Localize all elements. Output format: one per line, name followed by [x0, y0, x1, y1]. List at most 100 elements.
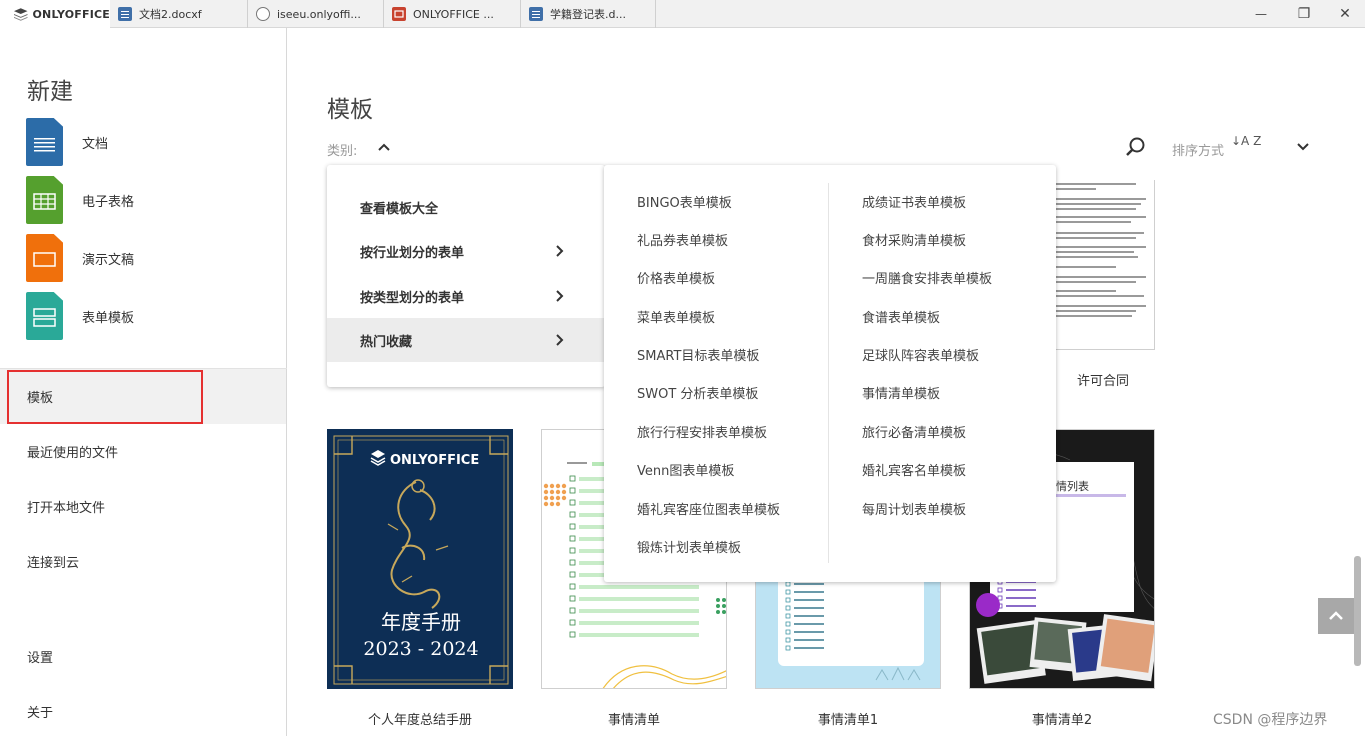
menu-item-label: 热门收藏 — [360, 334, 413, 350]
search-icon[interactable] — [1125, 136, 1147, 158]
tab-presentation[interactable]: ONLYOFFICE ... — [384, 0, 521, 28]
menu-item-label: 查看模板大全 — [360, 201, 439, 217]
submenu-item[interactable]: SMART目标表单模板 — [637, 345, 759, 364]
restore-icon: ❐ — [1297, 6, 1311, 22]
tab-label: iseeu.onlyoffi... — [277, 7, 361, 21]
create-spreadsheet-button[interactable]: 电子表格 — [26, 176, 134, 224]
tab-label: ONLYOFFICE ... — [413, 7, 494, 21]
chevron-up-icon — [1329, 611, 1343, 620]
submenu-item[interactable]: 食材采购清单模板 — [862, 230, 966, 249]
submenu-item[interactable]: BINGO表单模板 — [637, 192, 732, 211]
sidebar-item-label: 连接到云 — [27, 556, 80, 571]
create-title: 新建 — [27, 79, 73, 105]
tab-web[interactable]: iseeu.onlyoffi... — [248, 0, 384, 28]
menu-item-by-type[interactable]: 按类型划分的表单 — [327, 274, 605, 318]
menu-item-popular[interactable]: 热门收藏 — [327, 318, 605, 362]
sort-az-icon[interactable]: ↓A Z — [1231, 134, 1262, 148]
document-icon — [529, 7, 543, 21]
create-document-button[interactable]: 文档 — [26, 118, 108, 166]
sidebar-item-settings[interactable]: 设置 — [0, 629, 286, 684]
chevron-right-icon — [556, 334, 564, 346]
template-card-title: 事情清单2 — [1031, 713, 1093, 728]
card-years: 2023 - 2024 — [363, 638, 479, 660]
tab-document-2[interactable]: 学籍登记表.d... — [521, 0, 656, 28]
category-dropdown: 查看模板大全 按行业划分的表单 按类型划分的表单 热门收藏 — [327, 165, 605, 387]
chevron-right-icon — [556, 245, 564, 257]
create-spreadsheet-label: 电子表格 — [82, 194, 135, 210]
chevron-down-icon[interactable] — [1296, 140, 1310, 154]
template-card-title: 个人年度总结手册 — [367, 713, 472, 728]
close-button[interactable]: ✕ — [1325, 0, 1365, 28]
create-document-label: 文档 — [82, 136, 109, 152]
submenu-item[interactable]: 食谱表单模板 — [862, 307, 940, 326]
title-bar: ONLYOFFICE 文档2.docxf iseeu.onlyoffi... O… — [0, 0, 1365, 28]
submenu-item[interactable]: 价格表单模板 — [637, 268, 715, 287]
sidebar-item-label: 打开本地文件 — [27, 501, 106, 516]
form-template-icon — [26, 292, 63, 340]
restore-button[interactable]: ❐ — [1284, 0, 1324, 28]
sidebar-item-label: 最近使用的文件 — [27, 446, 119, 461]
submenu-divider — [828, 183, 829, 563]
create-presentation-label: 演示文稿 — [82, 252, 135, 268]
submenu-item[interactable]: 旅行必备清单模板 — [862, 422, 966, 441]
brand-name: ONLYOFFICE — [32, 7, 110, 21]
menu-item-view-all-templates[interactable]: 查看模板大全 — [327, 185, 605, 229]
spreadsheet-icon — [26, 176, 63, 224]
presentation-icon — [26, 234, 63, 282]
submenu-item[interactable]: 锻炼计划表单模板 — [637, 537, 741, 556]
chevron-up-icon[interactable] — [377, 140, 391, 154]
sidebar-item-recent[interactable]: 最近使用的文件 — [0, 424, 286, 479]
onlyoffice-logo-icon — [14, 7, 28, 21]
card-brand: ONLYOFFICE — [390, 453, 480, 468]
submenu-item[interactable]: SWOT 分析表单模板 — [637, 383, 758, 402]
template-card-title: 事情清单 — [607, 713, 660, 728]
sidebar-item-open-local[interactable]: 打开本地文件 — [0, 479, 286, 534]
submenu-item[interactable]: 一周膳食安排表单模板 — [862, 268, 992, 287]
category-label: 类别: — [327, 144, 358, 159]
template-card-title: 事情清单1 — [817, 713, 879, 728]
popular-submenu: BINGO表单模板 礼品券表单模板 价格表单模板 菜单表单模板 SMART目标表… — [604, 165, 1056, 582]
submenu-item[interactable]: 足球队阵容表单模板 — [862, 345, 979, 364]
menu-item-label: 按类型划分的表单 — [360, 290, 465, 306]
menu-item-by-industry[interactable]: 按行业划分的表单 — [327, 229, 605, 273]
page-title: 模板 — [327, 97, 373, 123]
card-heading: 情列表 — [1056, 480, 1089, 493]
chevron-right-icon — [556, 290, 564, 302]
menu-item-label: 按行业划分的表单 — [360, 245, 465, 261]
submenu-item[interactable]: 事情清单模板 — [862, 383, 940, 402]
app-brand[interactable]: ONLYOFFICE — [0, 0, 110, 28]
create-presentation-button[interactable]: 演示文稿 — [26, 234, 134, 282]
main-panel: 模板 类别: 排序方式 ↓A Z 许可合同 ONLYOFFICE 年度手册 20… — [287, 28, 1365, 736]
card-heading: 年度手册 — [381, 610, 461, 634]
watermark: CSDN @程序边界 — [1213, 712, 1328, 728]
sidebar-item-connect-cloud[interactable]: 连接到云 — [0, 534, 286, 589]
sort-az-glyph: ↓A Z — [1231, 134, 1262, 148]
template-card-annual-handbook[interactable]: ONLYOFFICE 年度手册 2023 - 2024 — [327, 429, 513, 689]
presentation-icon — [392, 7, 406, 21]
submenu-item[interactable]: 婚礼宾客座位图表单模板 — [637, 499, 780, 518]
submenu-item[interactable]: 菜单表单模板 — [637, 307, 715, 326]
submenu-item[interactable]: 旅行行程安排表单模板 — [637, 422, 767, 441]
back-to-top-button[interactable] — [1318, 598, 1354, 634]
tab-document-1[interactable]: 文档2.docxf — [110, 0, 248, 28]
highlight-annotation — [7, 370, 203, 424]
document-icon — [118, 7, 132, 21]
minimize-button[interactable]: — — [1241, 0, 1281, 28]
submenu-item[interactable]: 婚礼宾客名单模板 — [862, 460, 966, 479]
document-icon — [26, 118, 63, 166]
minimize-icon: — — [1255, 7, 1267, 21]
sidebar-item-label: 关于 — [27, 706, 54, 721]
globe-icon — [256, 7, 270, 21]
create-form-template-button[interactable]: 表单模板 — [26, 292, 134, 340]
sidebar: 新建 文档 电子表格 演示文稿 表单模板 模板 最近使用的文件 打开本地文件 连… — [0, 28, 287, 736]
submenu-item[interactable]: 成绩证书表单模板 — [862, 192, 966, 211]
submenu-item[interactable]: Venn图表单模板 — [637, 460, 734, 479]
create-form-template-label: 表单模板 — [82, 310, 135, 326]
submenu-item[interactable]: 礼品券表单模板 — [637, 230, 728, 249]
tab-label: 文档2.docxf — [139, 8, 202, 21]
tab-label: 学籍登记表.d... — [550, 8, 626, 21]
sort-label: 排序方式 — [1172, 144, 1225, 159]
submenu-item[interactable]: 每周计划表单模板 — [862, 499, 966, 518]
scrollbar-thumb[interactable] — [1354, 556, 1361, 666]
sidebar-item-about[interactable]: 关于 — [0, 684, 286, 739]
